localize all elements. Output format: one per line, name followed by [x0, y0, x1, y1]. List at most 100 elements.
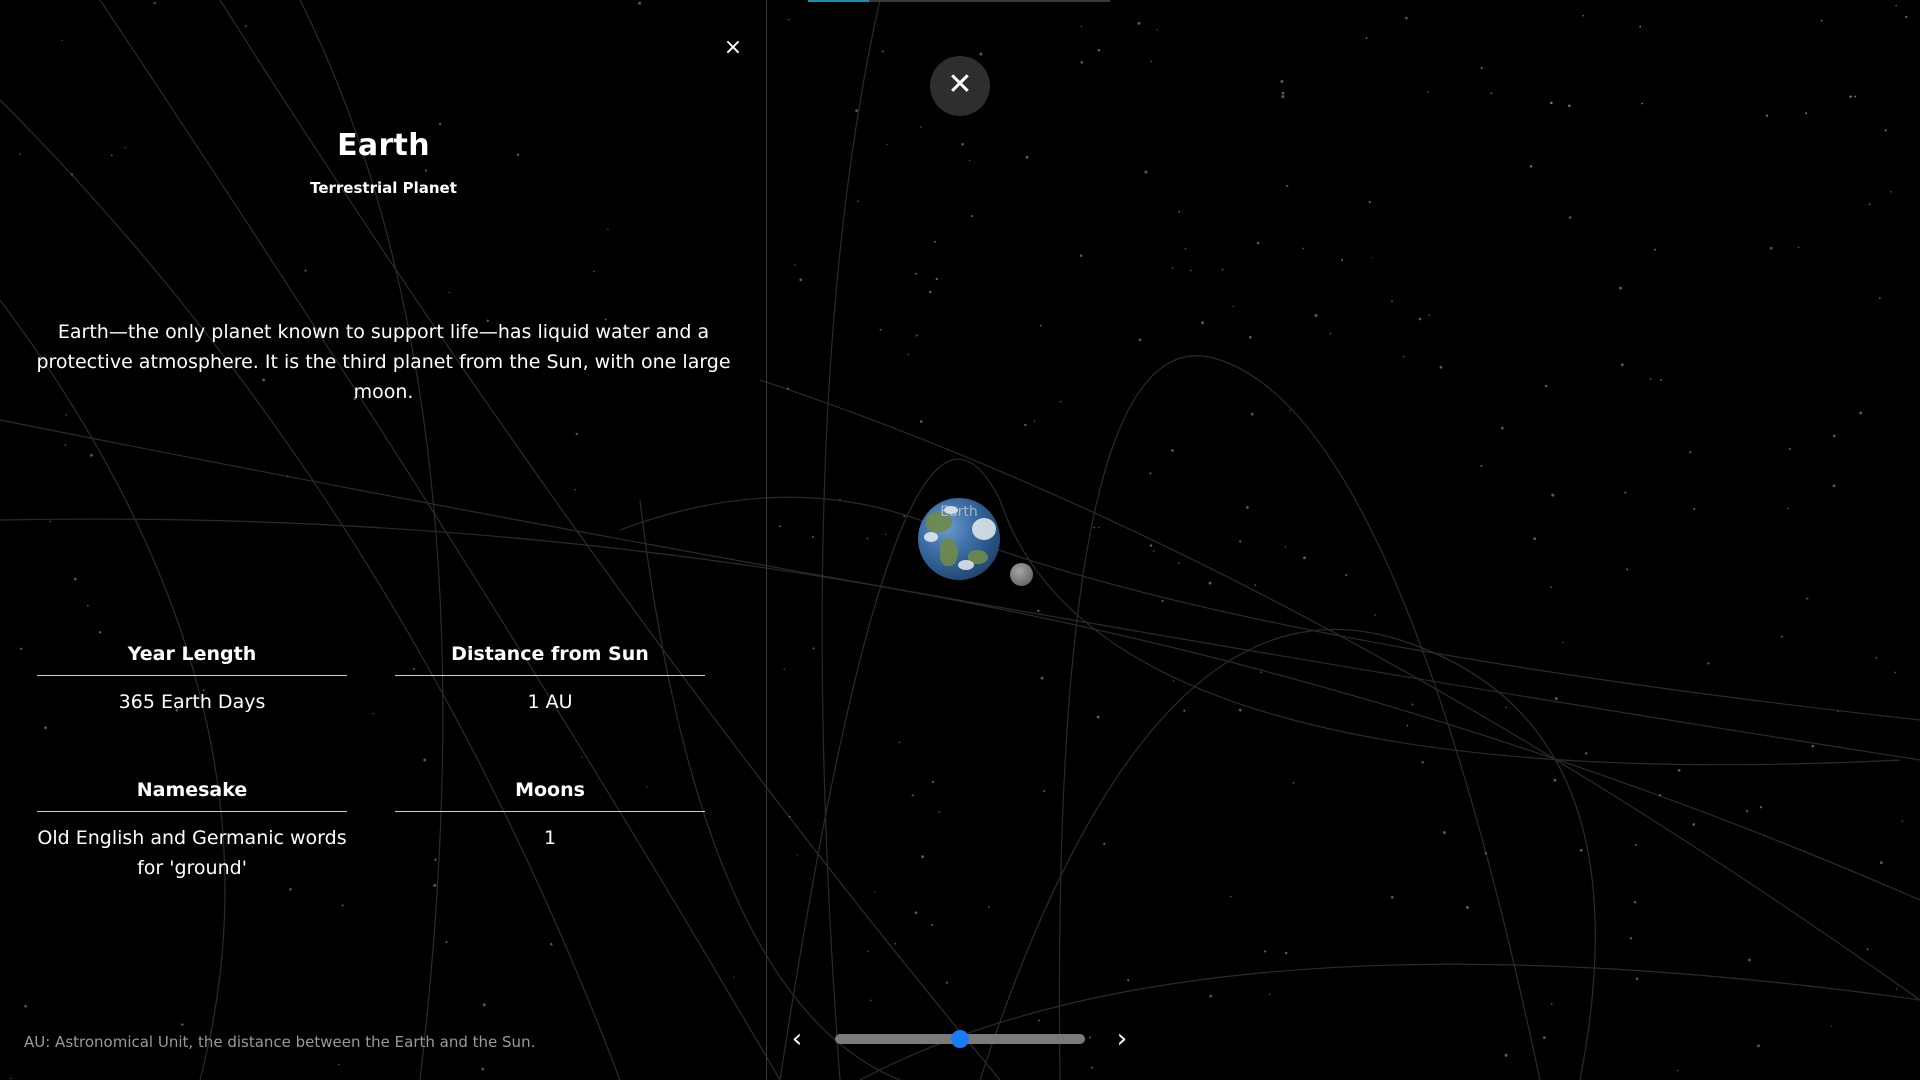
star — [884, 533, 887, 535]
close-icon: ✕ — [947, 67, 973, 102]
star — [914, 911, 918, 915]
orbit-path — [1058, 355, 1541, 1080]
star — [1248, 336, 1252, 339]
star — [812, 647, 815, 650]
fact-distance-from-sun: Distance from Sun 1 AU — [395, 635, 705, 717]
star — [869, 999, 872, 1002]
moon[interactable] — [1010, 563, 1033, 586]
star — [1149, 544, 1153, 547]
fact-label: Distance from Sun — [395, 635, 705, 676]
close-view-button[interactable]: ✕ — [930, 56, 990, 116]
star — [1806, 597, 1809, 600]
star — [1551, 493, 1555, 497]
star — [881, 50, 884, 53]
star — [788, 18, 790, 21]
star — [1769, 246, 1773, 250]
star — [1641, 102, 1643, 105]
active-tab-indicator — [808, 0, 869, 2]
star — [919, 420, 923, 423]
star — [935, 277, 939, 281]
cloud-shape — [972, 518, 996, 540]
fact-value: 365 Earth Days — [118, 691, 266, 713]
star — [1260, 671, 1263, 674]
star — [1895, 988, 1898, 990]
star — [1097, 48, 1101, 52]
star — [1677, 1069, 1679, 1072]
star — [1504, 1053, 1508, 1057]
star — [1550, 586, 1552, 588]
star — [1418, 317, 1422, 321]
star — [1901, 820, 1904, 822]
star — [1263, 950, 1267, 953]
star — [911, 794, 914, 797]
star — [1040, 676, 1044, 680]
planet-title: Earth — [337, 128, 430, 163]
star — [786, 387, 790, 390]
star — [1137, 21, 1141, 25]
star — [1505, 706, 1507, 709]
star — [839, 499, 841, 501]
star — [1543, 1036, 1546, 1040]
star — [1629, 937, 1633, 940]
star — [1368, 200, 1371, 204]
star — [1832, 484, 1836, 488]
fact-label: Moons — [395, 771, 705, 812]
star — [1635, 977, 1639, 981]
star — [1620, 363, 1624, 367]
star — [1406, 724, 1409, 727]
star — [1302, 247, 1304, 250]
star — [788, 815, 791, 818]
star — [1292, 782, 1295, 784]
star — [1484, 852, 1488, 855]
star — [796, 854, 799, 856]
star — [812, 535, 814, 538]
orbit-path — [619, 496, 1920, 721]
star — [1033, 420, 1036, 422]
continent-shape — [940, 538, 958, 566]
star — [1103, 842, 1106, 845]
chevron-left-icon: ‹ — [791, 1024, 803, 1054]
next-button[interactable]: › — [1110, 1026, 1134, 1054]
star — [1550, 1002, 1553, 1005]
star — [1811, 744, 1815, 748]
star — [1832, 434, 1836, 438]
star — [1788, 447, 1792, 450]
fact-label: Year Length — [37, 635, 347, 676]
timeline-slider[interactable] — [835, 1030, 1085, 1048]
star — [1582, 15, 1584, 17]
star — [886, 143, 888, 146]
star — [938, 810, 941, 813]
slider-thumb[interactable] — [951, 1030, 969, 1048]
star — [1692, 823, 1696, 826]
chevron-right-icon: › — [1116, 1024, 1128, 1054]
star — [1281, 95, 1285, 99]
star — [1639, 25, 1642, 28]
star — [971, 215, 974, 218]
star — [1025, 155, 1029, 159]
star — [1149, 472, 1152, 475]
previous-button[interactable]: ‹ — [785, 1026, 809, 1054]
star — [1579, 848, 1583, 852]
close-panel-button[interactable]: × — [723, 36, 743, 60]
star — [1254, 584, 1257, 586]
star — [1878, 297, 1881, 300]
star — [921, 855, 925, 859]
star — [1093, 526, 1096, 529]
star — [1619, 286, 1622, 290]
star — [1653, 248, 1657, 251]
star — [1256, 241, 1260, 245]
star — [1238, 708, 1242, 712]
star — [1787, 507, 1789, 510]
star — [1624, 491, 1627, 494]
top-progress-tabs[interactable] — [808, 0, 1110, 2]
star — [1554, 697, 1558, 701]
star — [1633, 900, 1637, 904]
orbit-path — [859, 963, 1920, 1080]
star — [1568, 216, 1572, 219]
star — [1550, 101, 1553, 105]
planet-info-panel: × Earth Terrestrial Planet Earth—the onl… — [0, 0, 767, 1080]
star — [1171, 449, 1174, 452]
star — [1439, 365, 1443, 369]
star — [783, 668, 785, 670]
star — [1894, 671, 1897, 674]
